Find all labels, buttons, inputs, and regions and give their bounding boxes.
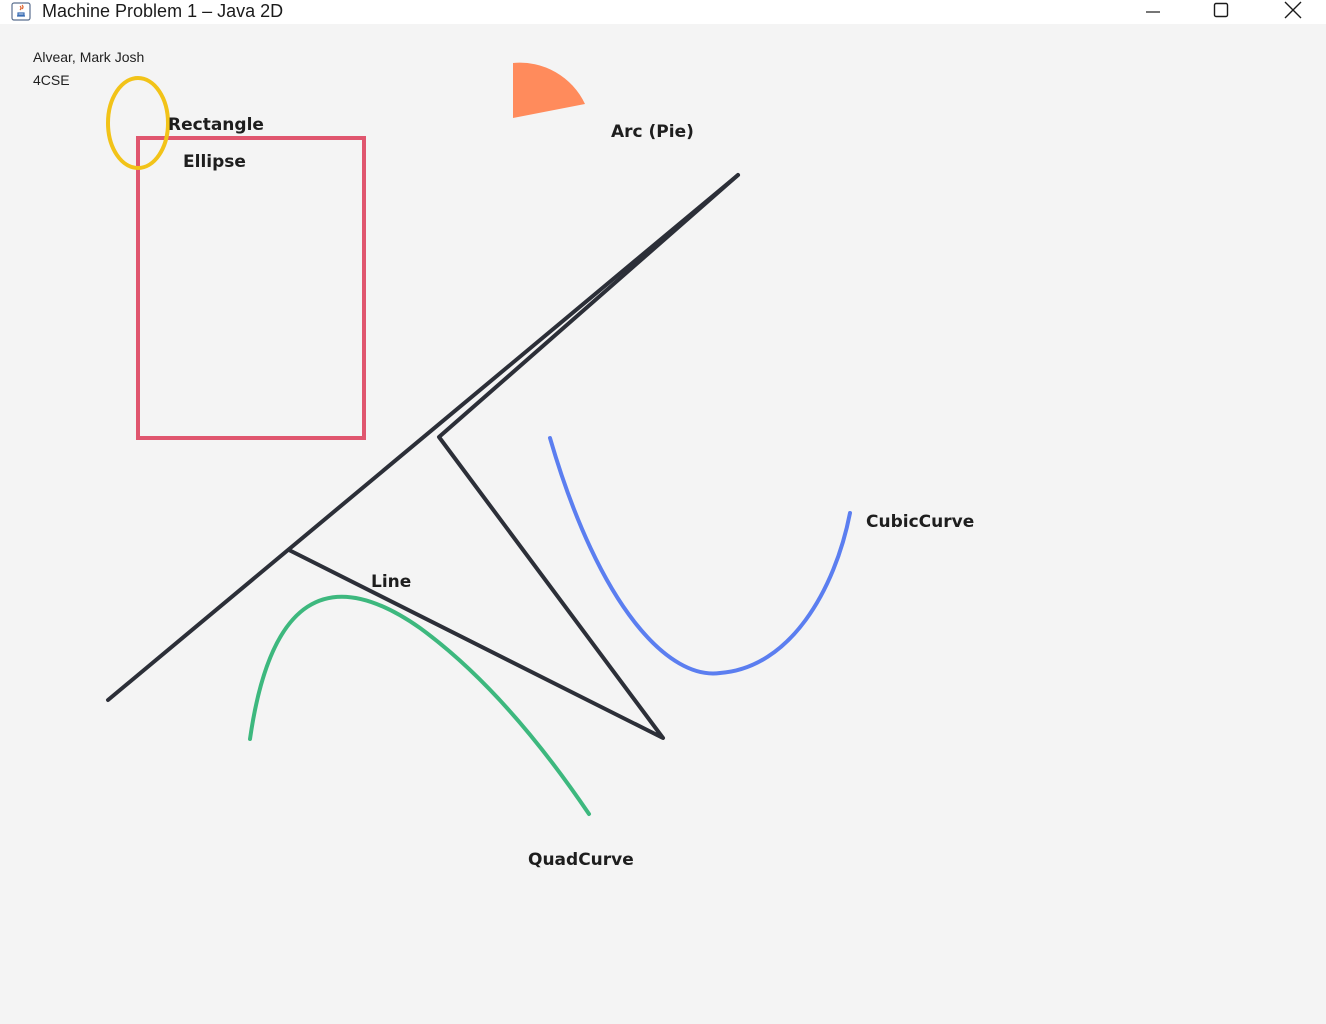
label-cubic-curve: CubicCurve bbox=[866, 512, 975, 532]
title-bar[interactable]: Machine Problem 1 – Java 2D bbox=[0, 0, 1326, 24]
app-window: Machine Problem 1 – Java 2D Alvear, Mark… bbox=[0, 0, 1326, 1024]
shapes-svg bbox=[106, 62, 852, 816]
close-icon bbox=[1284, 1, 1302, 24]
author-name: Alvear, Mark Josh bbox=[33, 49, 145, 65]
label-line: Line bbox=[371, 572, 412, 592]
label-ellipse: Ellipse bbox=[183, 152, 246, 172]
label-quad-curve: QuadCurve bbox=[528, 850, 634, 870]
java-coffee-icon bbox=[10, 0, 32, 22]
drawing-canvas: Alvear, Mark Josh 4CSE Rectangle Ellipse… bbox=[0, 32, 1326, 1024]
minimize-button[interactable] bbox=[1130, 0, 1176, 24]
label-rectangle: Rectangle bbox=[168, 115, 264, 135]
cubic-curve-shape bbox=[548, 436, 852, 676]
quad-curve-shape bbox=[248, 594, 591, 816]
author-section: 4CSE bbox=[33, 72, 70, 88]
line-polyline bbox=[287, 173, 740, 740]
arc-pie-shape bbox=[513, 62, 585, 118]
rectangle-shape bbox=[136, 136, 366, 440]
maximize-button[interactable] bbox=[1198, 0, 1244, 24]
close-button[interactable] bbox=[1270, 0, 1316, 24]
window-title: Machine Problem 1 – Java 2D bbox=[42, 1, 284, 21]
label-arc: Arc (Pie) bbox=[611, 122, 694, 142]
minimize-icon bbox=[1145, 2, 1161, 23]
line-shapes bbox=[106, 173, 740, 740]
maximize-icon bbox=[1213, 2, 1229, 23]
